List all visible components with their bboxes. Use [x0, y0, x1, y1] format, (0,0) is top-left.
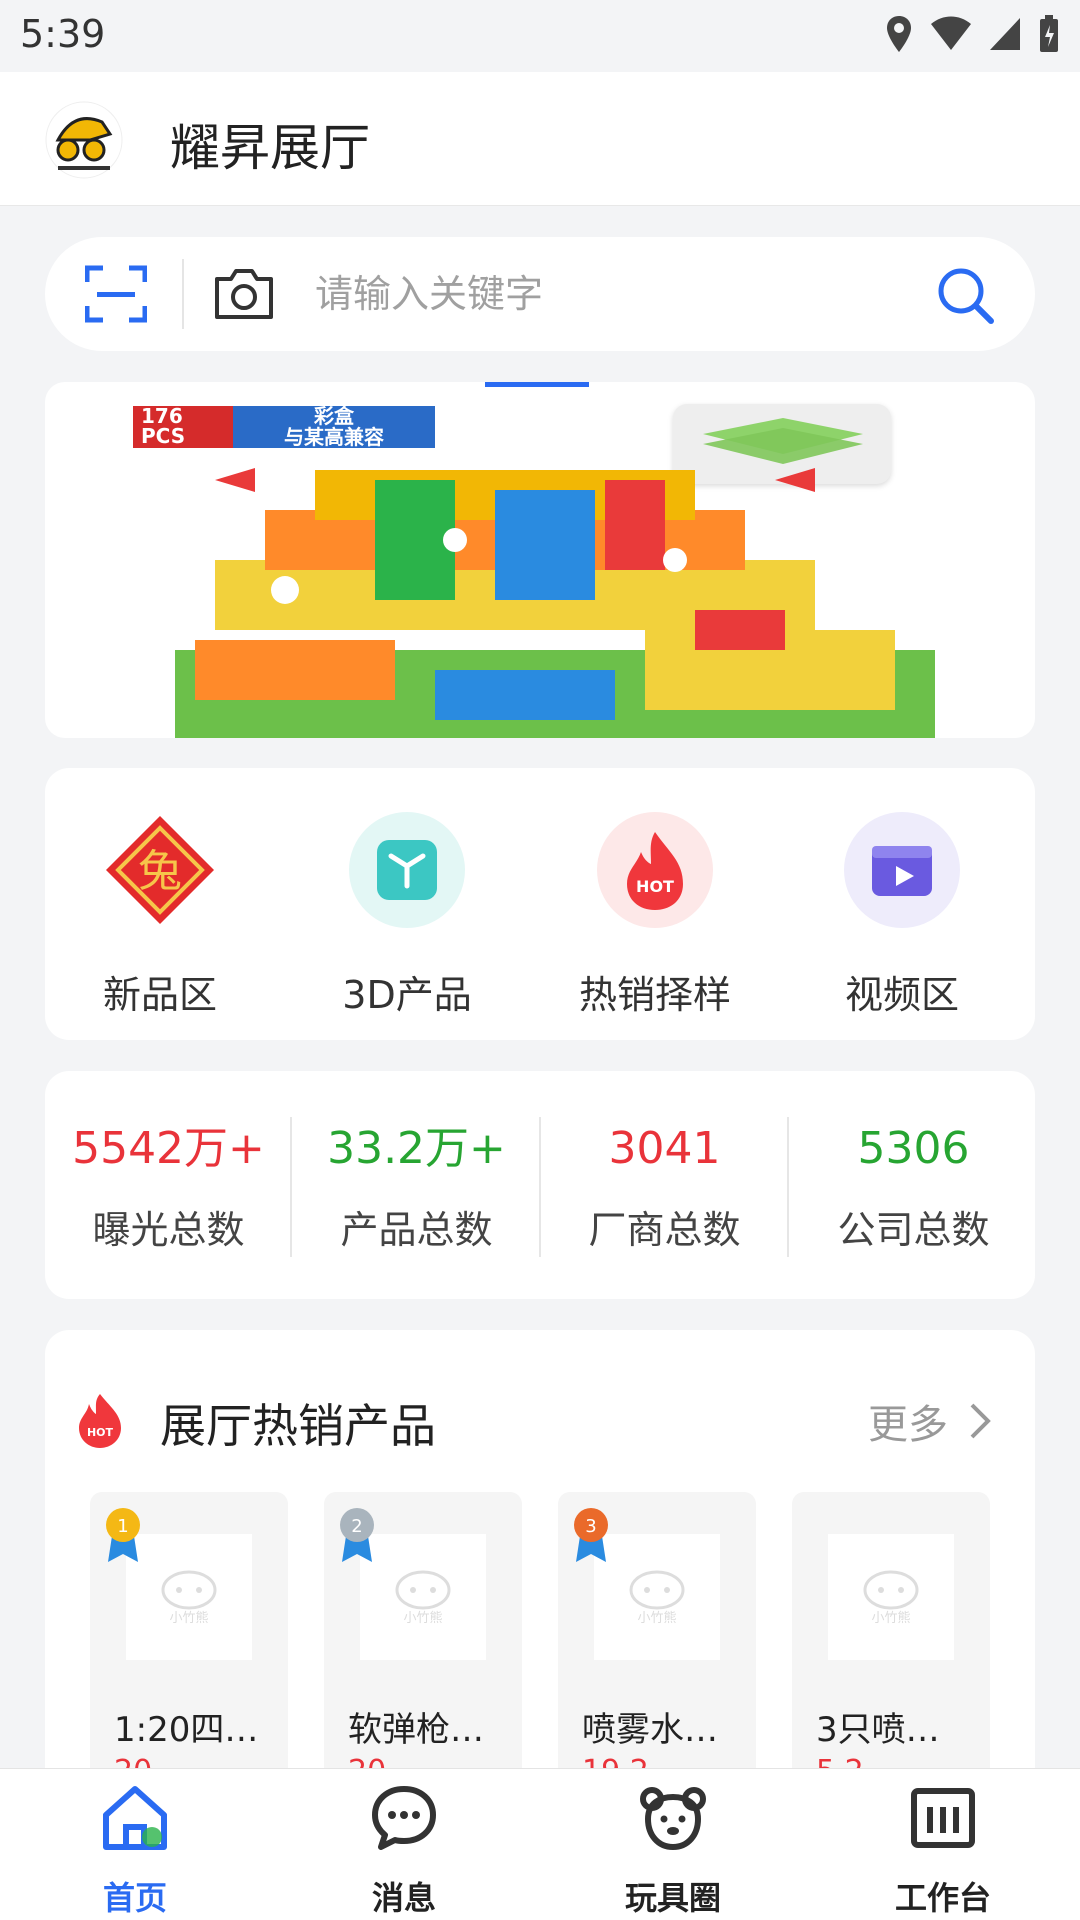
chat-bubble-icon: [372, 1786, 436, 1850]
status-icons: [884, 14, 1060, 54]
rank-medal-bronze-icon: 3: [574, 1508, 608, 1562]
bottom-tab-bar: 首页 消息 玩具圈 工作台: [0, 1768, 1080, 1920]
stat-value: 5306: [857, 1123, 970, 1174]
rank-number: 3: [585, 1516, 596, 1537]
badge-box-label: 彩盒: [314, 404, 354, 428]
stat-value: 33.2万+: [327, 1123, 506, 1174]
bear-icon: [640, 1787, 706, 1851]
rank-number: 1: [117, 1516, 128, 1537]
workbench-chart-icon: [911, 1788, 975, 1848]
banner-carousel[interactable]: 176 PCS 彩盒 与某高兼容: [45, 382, 1035, 738]
product-placeholder-image: 小竹熊: [594, 1534, 720, 1660]
chevron-right-icon: [970, 1403, 991, 1439]
search-divider: [182, 259, 184, 329]
product-name: 喷雾水…: [582, 1710, 718, 1750]
svg-text:小竹熊: 小竹熊: [637, 1610, 676, 1626]
tab-label: 首页: [102, 1879, 167, 1917]
product-name: 软弹枪…: [348, 1710, 484, 1750]
hot-flame-icon: HOT: [597, 812, 713, 928]
search-bar: [45, 237, 1035, 351]
section-title: 展厅热销产品: [160, 1399, 436, 1453]
cube-3d-icon: [349, 812, 465, 928]
stats-card: 5542万+ 曝光总数 33.2万+ 产品总数 3041 厂商总数 5306 公…: [45, 1071, 1035, 1299]
tab-label: 玩具圈: [624, 1879, 721, 1917]
banner-badge: 176 PCS 彩盒 与某高兼容: [133, 406, 435, 448]
nav-label-new: 新品区: [102, 973, 217, 1017]
tab-home[interactable]: 首页: [25, 1783, 245, 1919]
svg-text:小竹熊: 小竹熊: [169, 1610, 208, 1626]
svg-text:兔: 兔: [138, 846, 182, 897]
product-placeholder-image: 小竹熊: [126, 1534, 252, 1660]
status-bar: 5:39: [0, 0, 1080, 72]
more-link[interactable]: 更多: [868, 1392, 992, 1450]
banner-toy-image: [175, 468, 935, 738]
carousel-indicator: [485, 382, 589, 387]
page-title: 耀昇展厅: [170, 119, 370, 177]
product-placeholder-image: 小竹熊: [360, 1534, 486, 1660]
more-label: 更多: [868, 1402, 948, 1448]
stat-divider: [787, 1117, 789, 1257]
app-header: 耀昇展厅: [0, 72, 1080, 206]
stat-label: 曝光总数: [92, 1208, 245, 1252]
stat-exposure: 5542万+ 曝光总数: [45, 1121, 292, 1254]
signal-icon: [990, 18, 1020, 50]
nav-label-video: 视频区: [844, 973, 959, 1017]
badge-desc: 彩盒 与某高兼容: [233, 406, 435, 448]
product-placeholder-image: 小竹熊: [828, 1534, 954, 1660]
rank-medal-silver-icon: 2: [340, 1508, 374, 1562]
tab-toy-circle[interactable]: 玩具圈: [563, 1783, 783, 1919]
location-icon: [887, 16, 911, 52]
nav-label-hot: 热销择样: [578, 973, 731, 1017]
search-input[interactable]: [315, 267, 935, 321]
stat-label: 厂商总数: [588, 1208, 741, 1252]
tab-workbench[interactable]: 工作台: [833, 1783, 1053, 1919]
hot-products-section: HOT 展厅热销产品 更多 小竹熊 1 1:20四… 20 小竹熊 2 软弹枪……: [45, 1330, 1035, 1830]
search-icon[interactable]: [935, 265, 995, 325]
camera-icon[interactable]: [213, 265, 275, 321]
hot-section-icon: HOT: [79, 1394, 121, 1448]
rabbit-new-icon: 兔: [102, 812, 218, 928]
category-nav: 兔 新品区 3D产品 HOT 热销择样 视频区: [45, 768, 1035, 1040]
home-icon: [103, 1786, 167, 1850]
tab-label: 消息: [371, 1879, 436, 1917]
nav-item-video[interactable]: 视频区: [802, 812, 1002, 1017]
video-icon: [844, 812, 960, 928]
battery-icon: [1040, 15, 1058, 52]
scan-icon[interactable]: [85, 264, 147, 324]
nav-item-new[interactable]: 兔 新品区: [60, 812, 260, 1017]
status-time: 5:39: [20, 12, 106, 56]
product-name: 1:20四…: [114, 1710, 259, 1750]
nav-item-hot[interactable]: HOT 热销择样: [555, 812, 755, 1017]
badge-pcs: 176 PCS: [133, 406, 233, 448]
company-logo: [45, 101, 123, 179]
stat-products: 33.2万+ 产品总数: [293, 1121, 540, 1254]
product-name: 3只喷…: [816, 1710, 940, 1750]
nav-item-3d[interactable]: 3D产品: [307, 812, 507, 1017]
stat-label: 产品总数: [340, 1208, 493, 1252]
stat-value: 5542万+: [72, 1123, 265, 1174]
badge-compat-label: 与某高兼容: [284, 425, 384, 449]
rank-number: 2: [351, 1516, 362, 1537]
wifi-icon: [931, 16, 971, 50]
svg-text:小竹熊: 小竹熊: [403, 1610, 442, 1626]
stat-label: 公司总数: [837, 1208, 990, 1252]
svg-text:HOT: HOT: [87, 1426, 114, 1439]
tab-label: 工作台: [894, 1879, 991, 1917]
svg-text:小竹熊: 小竹熊: [871, 1610, 910, 1626]
rank-medal-gold-icon: 1: [106, 1508, 140, 1562]
stat-divider: [290, 1117, 292, 1257]
tab-messages[interactable]: 消息: [294, 1783, 514, 1919]
stat-companies: 5306 公司总数: [790, 1121, 1037, 1254]
svg-text:HOT: HOT: [636, 877, 674, 896]
nav-label-3d: 3D产品: [342, 973, 472, 1017]
stat-manufacturers: 3041 厂商总数: [541, 1121, 788, 1254]
stat-value: 3041: [608, 1123, 721, 1174]
